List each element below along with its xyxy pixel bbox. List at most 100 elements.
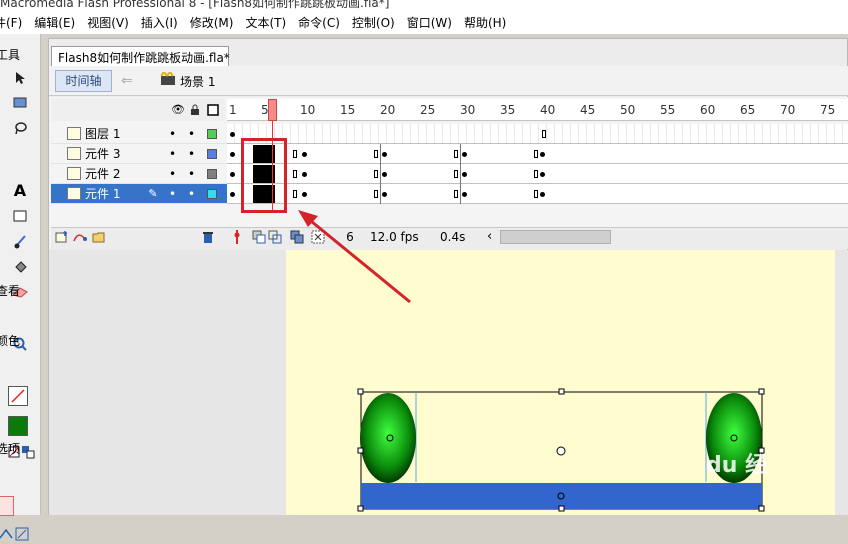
lock-dot[interactable]: • [182,187,201,201]
menu-edit[interactable]: 编辑(E) [28,14,81,31]
transform-handle[interactable] [758,505,765,512]
keyframe[interactable] [230,132,235,137]
free-transform-tool-icon[interactable] [10,92,30,112]
keyframe[interactable] [462,172,467,177]
transform-handle[interactable] [357,505,364,512]
transform-handle[interactable] [357,447,364,454]
keyframe[interactable] [382,172,387,177]
transform-handle[interactable] [558,505,565,512]
keyframe[interactable] [462,152,467,157]
frame-end[interactable] [374,150,378,158]
layer-row-symbol2[interactable]: 元件 2 • • [51,164,227,184]
keyframe[interactable] [302,172,307,177]
trash-icon[interactable] [202,230,214,247]
eye-icon[interactable]: 👁 [171,104,185,116]
playhead[interactable] [268,99,277,121]
frame-track[interactable] [227,144,848,164]
snap-option-icon[interactable] [0,496,14,516]
insert-layer-icon[interactable] [55,230,69,247]
frame-track[interactable] [227,184,848,204]
menu-commands[interactable]: 命令(C) [292,14,346,31]
menu-control[interactable]: 控制(O) [346,14,401,31]
layer-row-layer1[interactable]: 图层 1 • • [51,124,227,144]
frame-end[interactable] [374,190,378,198]
scroll-left-arrow-icon[interactable]: ‹ [487,230,492,244]
lock-dot[interactable]: • [182,147,201,161]
paint-bucket-tool-icon[interactable] [10,258,30,278]
layer-color-swatch[interactable] [207,188,217,199]
modify-onion-markers-icon[interactable] [311,230,325,247]
keyframe[interactable] [230,192,235,197]
selection-tool-icon[interactable] [10,68,30,88]
layer-row-symbol1[interactable]: 元件 1 ✎ • • [51,184,227,204]
frame-end[interactable] [293,150,297,158]
rectangle-tool-icon[interactable] [10,206,30,226]
menu-file[interactable]: 件(F) [0,14,28,31]
frame-end[interactable] [534,190,538,198]
springboard-bar[interactable] [361,483,762,509]
frame-end[interactable] [374,170,378,178]
visibility-dot[interactable]: • [163,147,182,161]
frame-rate-field[interactable]: 12.0 fps [370,229,426,246]
frame-end[interactable] [534,170,538,178]
keyframe[interactable] [230,172,235,177]
lock-dot[interactable]: • [182,127,201,141]
frame-track[interactable] [227,164,848,184]
keyframe[interactable] [462,192,467,197]
transform-center-point[interactable] [556,446,566,456]
keyframe[interactable] [382,192,387,197]
transform-handle[interactable] [758,388,765,395]
lock-icon[interactable] [189,104,201,116]
visibility-dot[interactable]: • [163,167,182,181]
menu-help[interactable]: 帮助(H) [458,14,512,31]
timeline-scrollbar-thumb[interactable] [500,230,611,244]
keyframe[interactable] [302,152,307,157]
keyframe[interactable] [230,152,235,157]
brush-tool-icon[interactable] [10,232,30,252]
lasso-tool-icon[interactable] [10,118,30,138]
frame-end[interactable] [454,190,458,198]
menu-insert[interactable]: 插入(I) [135,14,184,31]
keyframe[interactable] [540,152,545,157]
layer-row-symbol3[interactable]: 元件 3 • • [51,144,227,164]
visibility-dot[interactable]: • [163,127,182,141]
lock-dot[interactable]: • [182,167,201,181]
frame-end[interactable] [454,170,458,178]
visibility-dot[interactable]: • [163,187,182,201]
layer-color-swatch[interactable] [207,148,217,159]
document-tab[interactable]: Flash8如何制作跳跳板动画.fla* [51,46,230,66]
menu-modify[interactable]: 修改(M) [184,14,240,31]
menu-text[interactable]: 文本(T) [239,14,292,31]
keyframe[interactable] [540,192,545,197]
straighten-option-icon[interactable] [12,524,32,544]
center-frame-icon[interactable] [233,230,241,247]
text-tool-icon[interactable]: A [10,180,30,200]
frame-end[interactable] [293,170,297,178]
back-arrow-icon[interactable]: ⇐ [121,72,141,90]
frame-end[interactable] [534,150,538,158]
edit-multiple-frames-icon[interactable] [290,230,304,247]
onion-outline-icon[interactable] [268,230,282,247]
add-motion-guide-icon[interactable] [72,230,88,247]
timeline-toggle-button[interactable]: 时间轴 [55,70,112,92]
layer-color-swatch[interactable] [207,168,217,179]
frame-end[interactable] [542,130,546,138]
keyframe[interactable] [382,152,387,157]
frame-track[interactable] [227,124,848,144]
outline-icon[interactable] [207,104,219,116]
stroke-color-swatch[interactable] [8,386,28,406]
onion-skin-icon[interactable] [252,230,266,247]
layer-color-swatch[interactable] [207,128,217,139]
frame-end[interactable] [293,190,297,198]
frame-end[interactable] [454,150,458,158]
insert-folder-icon[interactable] [92,230,106,247]
menu-window[interactable]: 窗口(W) [401,14,458,31]
keyframe[interactable] [540,172,545,177]
fill-color-swatch[interactable] [8,416,28,436]
transform-handle[interactable] [357,388,364,395]
keyframe[interactable] [302,192,307,197]
current-frame-field[interactable]: 6 [336,229,364,246]
left-green-ball[interactable] [360,393,416,483]
transform-handle[interactable] [558,388,565,395]
scene-label[interactable]: 场景 1 [180,73,215,90]
